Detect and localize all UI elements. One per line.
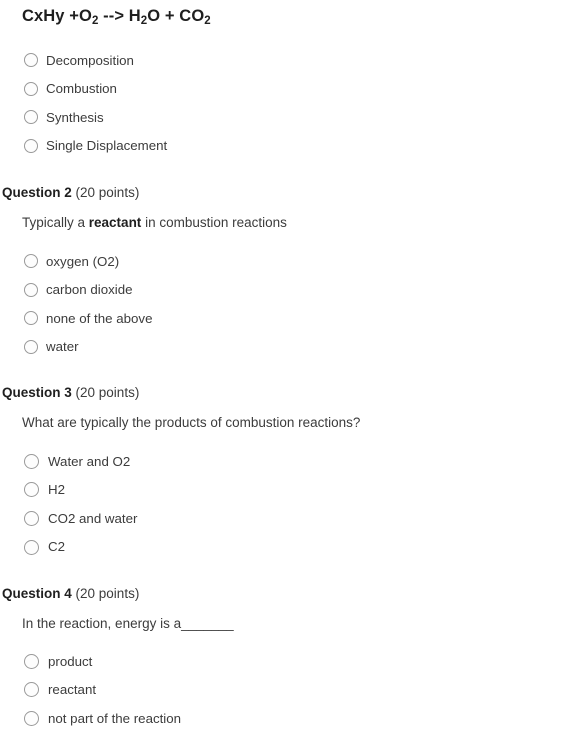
equation-part-2: --> H <box>98 7 141 25</box>
radio-button-icon[interactable] <box>24 138 38 153</box>
option-label: Synthesis <box>46 109 104 125</box>
option-row[interactable]: none of the above <box>0 304 578 333</box>
radio-button-icon[interactable] <box>24 81 38 96</box>
option-row[interactable]: C2 <box>0 533 578 562</box>
option-label: not part of the reaction <box>48 710 182 726</box>
option-row[interactable]: Synthesis <box>0 103 578 132</box>
question-4-prompt: In the reaction, energy is a_______ <box>22 616 234 631</box>
option-label: Single Displacement <box>46 138 168 154</box>
radio-button-icon[interactable] <box>24 682 39 698</box>
question-2-prompt-after: in combustion reactions <box>141 215 287 230</box>
equation-subscript-1: 2 <box>91 15 99 27</box>
equation-subscript-3: 2 <box>204 15 211 27</box>
option-row[interactable]: carbon dioxide <box>0 276 578 305</box>
question-2-points: (20 points) <box>75 185 140 200</box>
question-3-points: (20 points) <box>75 385 140 400</box>
option-row[interactable]: not part of the reaction <box>0 704 578 733</box>
option-row[interactable]: product <box>0 647 578 676</box>
radio-button-icon[interactable] <box>24 339 38 354</box>
option-label: reactant <box>48 682 97 698</box>
option-label: C2 <box>48 539 65 555</box>
question-2-prompt-before: Typically a <box>22 215 89 230</box>
question-2-title: Question 2 (20 points) <box>2 185 139 200</box>
option-row[interactable]: Water and O2 <box>0 447 578 476</box>
question-2-label: Question 2 <box>2 185 72 200</box>
equation-part-1: CxHy +O <box>22 7 92 25</box>
radio-button-icon[interactable] <box>24 53 38 68</box>
question-1-options: Decomposition Combustion Synthesis Singl… <box>0 46 578 160</box>
option-row[interactable]: Combustion <box>0 75 578 104</box>
radio-button-icon[interactable] <box>24 653 39 669</box>
option-label: product <box>48 653 93 669</box>
quiz-page: CxHy +O2 --> H2O + CO2 Decomposition Com… <box>0 0 578 727</box>
question-3-title: Question 3 (20 points) <box>2 385 139 400</box>
question-4-title: Question 4 (20 points) <box>2 586 139 601</box>
question-2-options: oxygen (O2) carbon dioxide none of the a… <box>0 247 578 361</box>
radio-button-icon[interactable] <box>24 311 38 326</box>
option-row[interactable]: water <box>0 333 578 362</box>
radio-button-icon[interactable] <box>24 254 38 269</box>
question-3-options: Water and O2 H2 CO2 and water C2 <box>0 447 578 561</box>
radio-button-icon[interactable] <box>24 110 38 125</box>
option-row[interactable]: oxygen (O2) <box>0 247 578 276</box>
question-4-label: Question 4 <box>2 586 72 601</box>
option-label: Water and O2 <box>48 453 131 469</box>
option-row[interactable]: reactant <box>0 676 578 705</box>
question-2-prompt-bold: reactant <box>88 215 142 230</box>
option-label: none of the above <box>46 310 153 326</box>
equation-part-3: O + CO <box>147 7 205 25</box>
option-row[interactable]: CO2 and water <box>0 504 578 533</box>
radio-button-icon[interactable] <box>24 710 39 726</box>
radio-button-icon[interactable] <box>24 282 38 297</box>
question-3-prompt: What are typically the products of combu… <box>22 415 361 430</box>
radio-button-icon[interactable] <box>24 510 39 526</box>
option-label: H2 <box>48 482 65 498</box>
option-row[interactable]: Decomposition <box>0 46 578 75</box>
question-3-label: Question 3 <box>2 385 72 400</box>
radio-button-icon[interactable] <box>24 453 39 469</box>
option-row[interactable]: Single Displacement <box>0 132 578 161</box>
equation-subscript-2: 2 <box>140 15 148 27</box>
option-label: carbon dioxide <box>46 282 133 298</box>
radio-button-icon[interactable] <box>24 539 39 555</box>
option-label: Combustion <box>46 81 117 97</box>
question-4-points: (20 points) <box>75 586 140 601</box>
option-label: water <box>46 339 79 355</box>
question-4-options: product reactant not part of the reactio… <box>0 647 578 733</box>
option-label: Decomposition <box>46 52 134 68</box>
option-label: oxygen (O2) <box>46 253 120 269</box>
radio-button-icon[interactable] <box>24 482 39 498</box>
equation-heading: CxHy +O2 --> H2O + CO2 <box>22 7 211 27</box>
option-label: CO2 and water <box>48 510 138 526</box>
option-row[interactable]: H2 <box>0 476 578 505</box>
question-2-prompt: Typically a reactant in combustion react… <box>22 215 287 230</box>
